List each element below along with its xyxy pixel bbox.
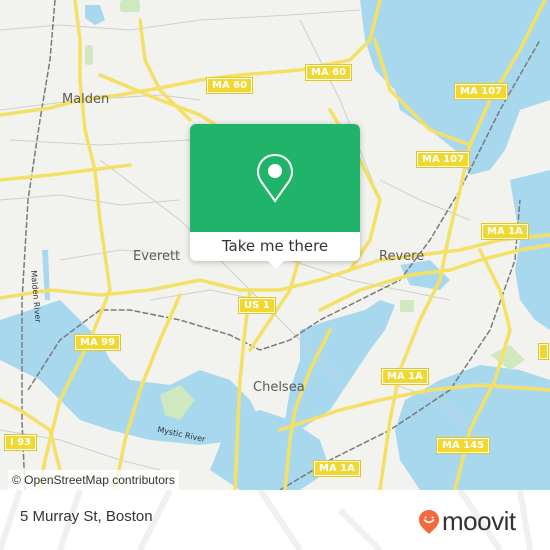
- road: [0, 163, 132, 182]
- route-shield-ma-60: MA 60: [304, 64, 353, 81]
- route-shield-ma-99: MA 99: [73, 334, 122, 351]
- place-label-revere: Revere: [379, 249, 425, 264]
- moovit-wordmark: moovit: [442, 506, 516, 536]
- road: [0, 0, 382, 117]
- moovit-pin-icon: [419, 509, 439, 534]
- water-pond-north: [85, 5, 105, 25]
- take-me-there-button[interactable]: Take me there: [190, 232, 360, 261]
- route-shield-us-1: US 1: [238, 297, 276, 314]
- address-label: 5 Murray St, Boston: [20, 508, 153, 525]
- take-me-there-popup[interactable]: Take me there: [190, 124, 360, 269]
- park: [85, 45, 93, 65]
- place-label-chelsea: Chelsea: [253, 380, 305, 395]
- route-shield-partial: [537, 343, 550, 360]
- park: [120, 0, 140, 12]
- route-shield-ma-145: MA 145: [435, 437, 491, 454]
- park: [400, 300, 414, 312]
- popup-pointer: [266, 259, 286, 269]
- location-pin-icon: [256, 153, 294, 203]
- map-attribution[interactable]: © OpenStreetMap contributors: [8, 470, 179, 490]
- route-shield-ma-60: MA 60: [205, 77, 254, 94]
- route-shield-i-93: I 93: [3, 434, 38, 451]
- popup-header[interactable]: [190, 124, 360, 232]
- park: [490, 345, 525, 370]
- road: [138, 18, 192, 122]
- route-shield-ma-1a: MA 1A: [313, 460, 361, 477]
- route-shield-ma-107: MA 107: [453, 83, 509, 100]
- route-shield-ma-1a: MA 1A: [381, 368, 429, 385]
- route-shield-ma-1a: MA 1A: [481, 223, 529, 240]
- place-label-everett: Everett: [133, 249, 181, 264]
- place-label-malden: Malden: [62, 92, 110, 107]
- route-shield-ma-107: MA 107: [415, 151, 471, 168]
- footer: 5 Murray St, Boston moovit: [0, 490, 550, 550]
- moovit-logo[interactable]: moovit: [418, 506, 516, 537]
